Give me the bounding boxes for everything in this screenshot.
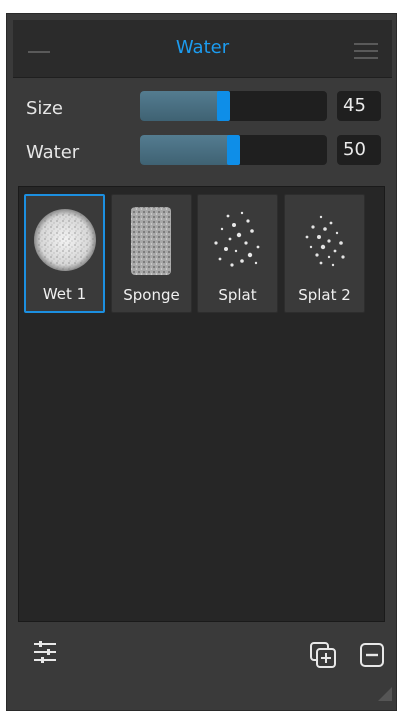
water-slider[interactable]: [140, 135, 327, 165]
duplicate-add-icon[interactable]: [309, 641, 337, 669]
panel-titlebar[interactable]: Water: [13, 20, 392, 78]
menu-icon[interactable]: [354, 43, 378, 61]
size-slider-thumb[interactable]: [217, 91, 230, 121]
splat-2-brush-thumbnail: [305, 215, 345, 267]
size-slider-fill: [140, 91, 224, 121]
panel-title: Water: [175, 37, 230, 58]
size-slider[interactable]: [140, 91, 327, 121]
brush-label: Splat: [218, 286, 257, 304]
brush-preset-list: Wet 1 Sponge Splat Splat 2: [18, 186, 385, 622]
water-value-field[interactable]: 50: [337, 135, 381, 165]
wet-brush-thumbnail: [34, 209, 96, 271]
water-slider-thumb[interactable]: [227, 135, 240, 165]
water-brush-panel: Water Size 45 Water 50 Wet 1 Sponge Spla…: [6, 13, 397, 711]
water-label: Water: [26, 142, 80, 163]
brush-tile-splat[interactable]: Splat: [197, 194, 278, 313]
water-slider-fill: [140, 135, 234, 165]
brush-tile-sponge[interactable]: Sponge: [111, 194, 192, 313]
brush-tile-splat-2[interactable]: Splat 2: [284, 194, 365, 313]
size-value-field[interactable]: 45: [337, 91, 381, 121]
sponge-brush-thumbnail: [131, 207, 171, 275]
splat-brush-thumbnail: [214, 211, 260, 267]
brush-tile-wet-1[interactable]: Wet 1: [24, 194, 105, 313]
brush-label: Wet 1: [42, 285, 87, 303]
resize-grip-icon[interactable]: [378, 687, 392, 701]
brush-label: Splat 2: [298, 286, 351, 304]
remove-minus-icon[interactable]: [359, 642, 385, 668]
size-label: Size: [26, 98, 63, 119]
sliders-adjust-icon[interactable]: [32, 639, 58, 665]
brush-label: Sponge: [123, 286, 180, 304]
